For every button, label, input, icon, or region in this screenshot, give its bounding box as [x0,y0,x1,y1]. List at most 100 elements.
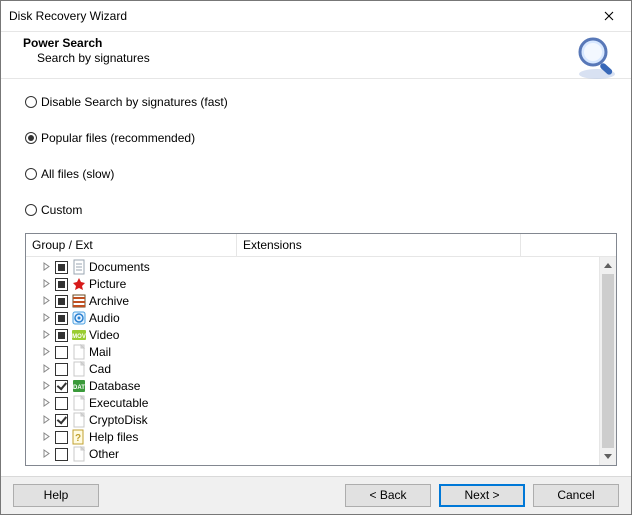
tree-row[interactable]: CryptoDisk [26,412,599,429]
expand-icon[interactable] [40,295,52,308]
file-types-tree: Group / Ext Extensions Documents Picture A… [25,233,617,466]
radio-custom[interactable]: Custom [25,203,617,217]
tree-checkbox[interactable] [55,346,68,359]
svg-text:?: ? [75,433,81,444]
tree-item-label: Picture [89,277,126,291]
tree-item-label: Executable [89,396,148,410]
tree-item-label: Audio [89,311,120,325]
radio-icon [25,168,37,180]
wizard-header: Power Search Search by signatures [1,32,631,78]
tree-row[interactable]: Other [26,446,599,463]
back-button[interactable]: < Back [345,484,431,507]
pic-icon [71,276,87,292]
radio-disable-search[interactable]: Disable Search by signatures (fast) [25,95,617,109]
radio-all-files[interactable]: All files (slow) [25,167,617,181]
db-icon: DAT [71,378,87,394]
svg-text:DAT: DAT [73,385,85,391]
tree-checkbox[interactable] [55,431,68,444]
chevron-up-icon [604,263,612,268]
column-header-blank[interactable] [521,234,616,256]
arc-icon [71,293,87,309]
expand-icon[interactable] [40,448,52,461]
radio-icon [25,132,37,144]
radio-icon [25,204,37,216]
tree-checkbox[interactable] [55,278,68,291]
tree-body: Documents Picture ArchiveAudio MOVVideoMail… [26,257,616,465]
magnifier-icon [573,34,621,85]
titlebar: Disk Recovery Wizard [1,1,631,31]
close-icon [604,11,614,21]
tree-checkbox[interactable] [55,380,68,393]
tree-row[interactable]: ? Help files [26,429,599,446]
expand-icon[interactable] [40,414,52,427]
blank-icon [71,446,87,462]
page-subtitle: Search by signatures [23,51,621,65]
blank-icon [71,395,87,411]
scroll-up-button[interactable] [600,257,616,274]
tree-row[interactable]: DAT Database [26,378,599,395]
tree-item-label: CryptoDisk [89,413,148,427]
radio-label: Custom [41,203,82,217]
expand-icon[interactable] [40,346,52,359]
tree-list[interactable]: Documents Picture ArchiveAudio MOVVideoMail… [26,257,599,465]
expand-icon[interactable] [40,278,52,291]
tree-checkbox[interactable] [55,329,68,342]
blank-icon [71,344,87,360]
tree-row[interactable]: Documents [26,259,599,276]
tree-row[interactable]: MOVVideo [26,327,599,344]
radio-label: Disable Search by signatures (fast) [41,95,228,109]
column-header-extensions[interactable]: Extensions [237,234,521,256]
scroll-down-button[interactable] [600,448,616,465]
vid-icon: MOV [71,327,87,343]
window-title: Disk Recovery Wizard [9,9,127,23]
tree-item-label: Documents [89,260,150,274]
expand-icon[interactable] [40,380,52,393]
tree-checkbox[interactable] [55,261,68,274]
page-title: Power Search [23,36,621,50]
radio-icon [25,96,37,108]
blank-icon [71,361,87,377]
cancel-button[interactable]: Cancel [533,484,619,507]
radio-label: Popular files (recommended) [41,131,195,145]
tree-row[interactable]: Picture [26,276,599,293]
tree-checkbox[interactable] [55,363,68,376]
tree-item-label: Mail [89,345,111,359]
close-button[interactable] [586,1,631,31]
tree-row[interactable]: Mail [26,344,599,361]
tree-checkbox[interactable] [55,295,68,308]
radio-label: All files (slow) [41,167,114,181]
svg-text:MOV: MOV [72,334,86,340]
tree-checkbox[interactable] [55,312,68,325]
next-button[interactable]: Next > [439,484,525,507]
tree-header: Group / Ext Extensions [26,234,616,257]
tree-row[interactable]: Audio [26,310,599,327]
vertical-scrollbar[interactable] [599,257,616,465]
help-button[interactable]: Help [13,484,99,507]
aud-icon [71,310,87,326]
tree-row[interactable]: Executable [26,395,599,412]
expand-icon[interactable] [40,261,52,274]
tree-row[interactable]: Archive [26,293,599,310]
tree-checkbox[interactable] [55,448,68,461]
expand-icon[interactable] [40,431,52,444]
help-icon: ? [71,429,87,445]
tree-item-label: Database [89,379,140,393]
wizard-window: Disk Recovery Wizard Power Search Search… [0,0,632,515]
tree-item-label: Other [89,447,119,461]
content-area: Disable Search by signatures (fast) Popu… [1,79,631,476]
tree-row[interactable]: Cad [26,361,599,378]
tree-checkbox[interactable] [55,397,68,410]
tree-item-label: Cad [89,362,111,376]
scroll-thumb[interactable] [602,274,614,448]
radio-popular-files[interactable]: Popular files (recommended) [25,131,617,145]
column-header-group[interactable]: Group / Ext [26,234,237,256]
blank-icon [71,412,87,428]
chevron-down-icon [604,454,612,459]
scroll-track[interactable] [600,274,616,448]
expand-icon[interactable] [40,312,52,325]
expand-icon[interactable] [40,363,52,376]
tree-item-label: Help files [89,430,138,444]
expand-icon[interactable] [40,329,52,342]
tree-checkbox[interactable] [55,414,68,427]
expand-icon[interactable] [40,397,52,410]
